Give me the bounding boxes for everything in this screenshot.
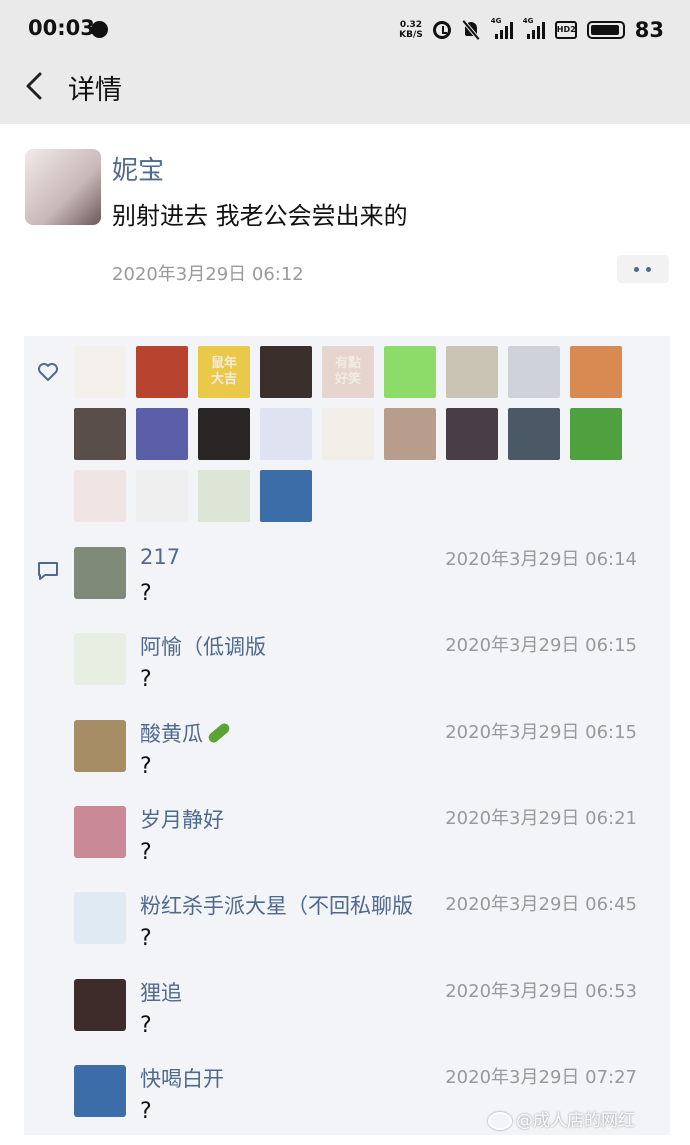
- comment-row[interactable]: 阿愉（低调版 2020年3月29日 06:15?: [74, 633, 644, 713]
- alarm-icon: [432, 21, 451, 39]
- battery-icon: [586, 21, 625, 39]
- like-avatar[interactable]: [322, 408, 374, 460]
- heart-outline-icon: [38, 363, 58, 381]
- like-avatar[interactable]: [446, 346, 498, 398]
- comment-row[interactable]: 快喝白开 2020年3月29日 07:27?: [74, 1063, 644, 1145]
- commenter-name-text: 217: [140, 545, 181, 569]
- commenter-name-text: 阿愉（低调版: [140, 635, 266, 660]
- commenter-avatar[interactable]: [74, 805, 126, 858]
- commenter-avatar[interactable]: [74, 719, 126, 772]
- commenter-name[interactable]: 岁月静好: [140, 804, 224, 834]
- commenter-avatar[interactable]: [74, 547, 126, 599]
- commenter-avatar[interactable]: [74, 978, 126, 1031]
- author-avatar[interactable]: [25, 149, 101, 225]
- commenter-name-text: 粉红杀手派大星（不回私聊版: [140, 894, 413, 919]
- net-speed: 0.32 KB/S: [399, 20, 423, 40]
- comment-text: ?: [140, 581, 152, 606]
- comment-timestamp: 2020年3月29日 06:15: [445, 721, 637, 743]
- like-avatar[interactable]: [508, 408, 560, 460]
- like-avatar[interactable]: [136, 408, 188, 460]
- comment-timestamp: 2020年3月29日 06:14: [445, 549, 637, 570]
- like-avatar[interactable]: [136, 346, 188, 398]
- commenter-name[interactable]: 酸黄瓜: [140, 718, 232, 748]
- like-avatar[interactable]: [570, 408, 622, 460]
- comment-row[interactable]: 狸追 2020年3月29日 06:53?: [74, 977, 644, 1059]
- like-avatar[interactable]: [260, 470, 312, 522]
- hd-icon: HD2: [554, 21, 577, 39]
- comment-row[interactable]: 酸黄瓜 2020年3月29日 06:15?: [74, 718, 644, 800]
- commenter-name[interactable]: 狸追: [140, 977, 182, 1007]
- comment-timestamp: 2020年3月29日 07:27: [445, 1066, 637, 1088]
- comment-row[interactable]: 粉红杀手派大星（不回私聊版 2020年3月29日 06:45?: [74, 892, 644, 972]
- like-avatar[interactable]: [570, 346, 622, 398]
- like-avatar[interactable]: [260, 346, 312, 398]
- comment-timestamp: 2020年3月29日 06:21: [445, 807, 637, 829]
- signal-icon: 4G: [523, 17, 545, 39]
- chevron-left-icon[interactable]: [22, 71, 48, 101]
- watermark: @成人店的网红: [488, 1106, 635, 1131]
- like-avatar[interactable]: [198, 470, 250, 522]
- comment-text: ?: [140, 1098, 152, 1124]
- like-avatar[interactable]: [260, 408, 312, 460]
- mute-icon: [461, 20, 481, 40]
- commenter-name-text: 岁月静好: [140, 807, 224, 832]
- commenter-name[interactable]: 粉红杀手派大星（不回私聊版: [140, 890, 413, 920]
- battery-percent: 83: [634, 18, 664, 42]
- commenter-avatar[interactable]: [74, 892, 126, 945]
- more-dots-icon[interactable]: [617, 255, 669, 283]
- comment-icon: [38, 562, 58, 580]
- net-speed-value: 0.32: [399, 20, 423, 30]
- commenter-name-text: 酸黄瓜: [140, 721, 203, 746]
- signal-label: 4G: [522, 17, 534, 25]
- like-avatar[interactable]: [74, 408, 126, 460]
- like-avatar[interactable]: 有點 好笑: [322, 346, 374, 398]
- weibo-icon: [488, 1112, 512, 1130]
- comment-timestamp: 2020年3月29日 06:53: [445, 980, 637, 1002]
- commenter-name[interactable]: 阿愉（低调版: [140, 631, 266, 661]
- like-avatar[interactable]: [74, 346, 126, 398]
- comment-text: ?: [140, 753, 152, 779]
- comment-timestamp: 2020年3月29日 06:15: [445, 635, 637, 657]
- like-avatar[interactable]: [384, 408, 436, 460]
- status-time: 00:03: [28, 16, 95, 40]
- page-title: 详情: [68, 75, 122, 106]
- cucumber-icon: [206, 721, 232, 745]
- comment-timestamp: 2020年3月29日 06:45: [445, 894, 637, 916]
- status-icons: 0.32 KB/S 4G 4G HD2 83: [399, 14, 664, 46]
- post-timestamp: 2020年3月29日 06:12: [112, 264, 304, 285]
- commenter-name[interactable]: 217: [140, 545, 180, 569]
- comment-text: ?: [140, 839, 152, 865]
- net-speed-unit: KB/S: [399, 30, 423, 40]
- commenter-name-text: 快喝白开: [140, 1066, 224, 1091]
- signal-label: 4G: [490, 17, 502, 25]
- like-avatar[interactable]: [508, 346, 560, 398]
- like-avatar-grid: 鼠年 大吉 有點 好笑: [74, 346, 634, 522]
- commenter-name-text: 狸追: [140, 980, 182, 1005]
- notification-dot-icon: [91, 21, 108, 38]
- like-avatar[interactable]: [446, 408, 498, 460]
- comment-text: ?: [140, 667, 152, 693]
- watermark-text: @成人店的网红: [516, 1111, 635, 1131]
- comment-text: ?: [140, 1012, 152, 1038]
- like-avatar[interactable]: 鼠年 大吉: [198, 346, 250, 398]
- signal-icon: 4G: [491, 17, 513, 39]
- commenter-avatar[interactable]: [74, 1064, 126, 1117]
- post-author-name[interactable]: 妮宝: [112, 150, 164, 187]
- like-avatar[interactable]: [74, 470, 126, 522]
- post-text: 别射进去 我老公会尝出来的: [112, 202, 408, 230]
- like-avatar[interactable]: [198, 408, 250, 460]
- status-bar: 00:03 0.32 KB/S 4G 4G HD2 83: [0, 0, 690, 62]
- like-avatar[interactable]: [136, 470, 188, 522]
- commenter-avatar[interactable]: [74, 633, 126, 686]
- comment-text: ?: [140, 926, 152, 952]
- like-avatar[interactable]: [384, 346, 436, 398]
- commenter-name[interactable]: 快喝白开: [140, 1063, 224, 1093]
- comment-row[interactable]: 217 2020年3月29日 06:14?: [74, 545, 644, 627]
- comment-row[interactable]: 岁月静好 2020年3月29日 06:21?: [74, 804, 644, 886]
